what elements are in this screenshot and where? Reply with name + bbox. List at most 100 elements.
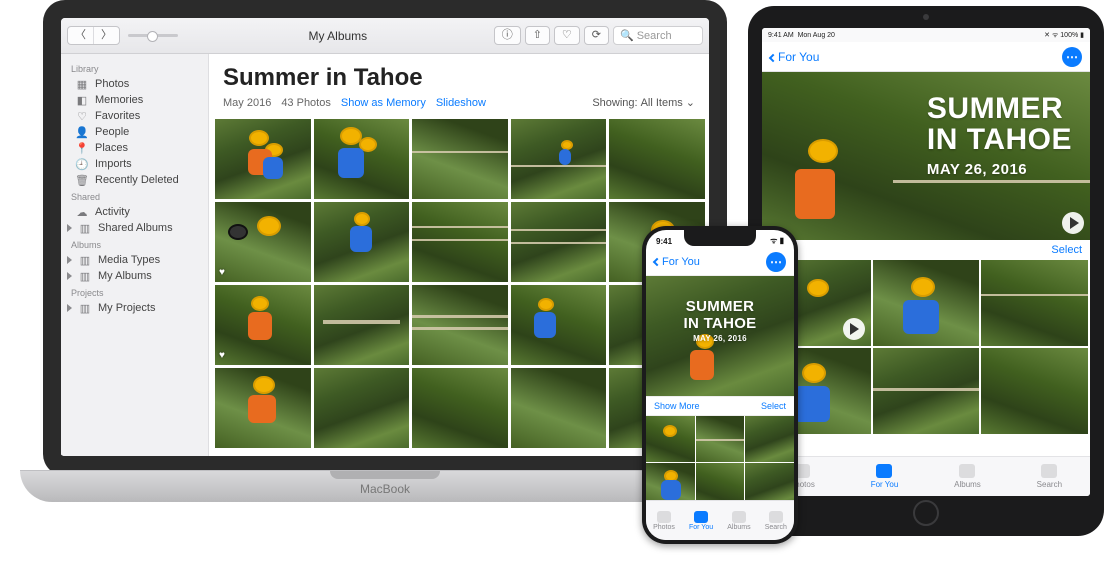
sidebar-item-activity[interactable]: ☁ Activity	[61, 204, 208, 220]
tab-albums[interactable]: Albums	[954, 464, 981, 489]
cloud-icon: ☁	[75, 206, 89, 218]
sidebar-header-library: Library	[61, 60, 208, 76]
photo-thumbnail[interactable]	[609, 119, 705, 199]
tab-for-you[interactable]: For You	[689, 511, 713, 531]
ipad-tabbar: Photos For You Albums Search	[762, 456, 1090, 496]
photo-thumbnail[interactable]	[511, 368, 607, 448]
folder-icon: ▥	[78, 270, 92, 282]
photo-thumbnail[interactable]	[314, 285, 410, 365]
play-button[interactable]	[843, 318, 865, 340]
back-button[interactable]: For You	[770, 50, 819, 64]
photo-thumbnail[interactable]	[646, 416, 695, 462]
pin-icon: 📍	[75, 142, 89, 154]
more-button[interactable]: ⋯	[1062, 47, 1082, 67]
iphone-device: 9:41 ᯤ ▮ For You ⋯ SUMMER IN TAHOE MAY 2…	[642, 226, 798, 544]
info-button[interactable]: ⓘ	[494, 26, 521, 45]
tab-label: For You	[871, 480, 899, 489]
back-label: For You	[662, 256, 700, 268]
photo-thumbnail[interactable]	[511, 285, 607, 365]
memory-hero[interactable]: SUMMER IN TAHOE MAY 26, 2016	[762, 72, 1090, 240]
sidebar-item-people[interactable]: 👤People	[61, 124, 208, 140]
photos-icon	[657, 511, 671, 523]
back-label: For You	[778, 50, 819, 64]
photo-thumbnail[interactable]	[981, 348, 1088, 434]
photo-thumbnail[interactable]	[314, 368, 410, 448]
ipad-home-button[interactable]	[913, 500, 939, 526]
showing-filter[interactable]: Showing: All Items ⌄	[592, 96, 695, 109]
sidebar-item-imports[interactable]: 🕘Imports	[61, 156, 208, 172]
photo-thumbnail[interactable]	[412, 368, 508, 448]
photo-thumbnail[interactable]	[314, 119, 410, 199]
photo-thumbnail[interactable]	[646, 463, 695, 500]
rotate-button[interactable]: ⟳	[584, 26, 609, 45]
sidebar-item-media-types[interactable]: ▥Media Types	[61, 252, 208, 268]
favorite-button[interactable]: ♡	[554, 26, 580, 45]
photo-thumbnail[interactable]	[412, 285, 508, 365]
sidebar-item-label: Activity	[95, 206, 130, 218]
showing-label: Showing:	[592, 97, 637, 109]
sidebar-item-label: Favorites	[95, 110, 140, 122]
chevron-down-icon: ⌄	[686, 96, 695, 109]
zoom-slider[interactable]	[128, 34, 178, 37]
sidebar-item-label: Recently Deleted	[95, 174, 179, 186]
photo-thumbnail[interactable]	[873, 260, 980, 346]
photo-thumbnail[interactable]	[314, 202, 410, 282]
photo-thumbnail[interactable]	[215, 368, 311, 448]
sidebar-item-photos[interactable]: ▦Photos	[61, 76, 208, 92]
favorite-badge-icon: ♥	[219, 350, 225, 361]
photo-thumbnail[interactable]	[215, 119, 311, 199]
tab-albums[interactable]: Albums	[727, 511, 750, 531]
show-as-memory-link[interactable]: Show as Memory	[341, 97, 426, 109]
sidebar-item-label: My Projects	[98, 302, 155, 314]
sidebar-item-memories[interactable]: ◧Memories	[61, 92, 208, 108]
person-icon: 👤	[75, 126, 89, 138]
more-button[interactable]: ⋯	[766, 252, 786, 272]
tab-search[interactable]: Search	[765, 511, 787, 531]
sidebar-item-shared-albums[interactable]: ▥Shared Albums	[61, 220, 208, 236]
albums-icon	[959, 464, 975, 478]
sidebar-item-recently-deleted[interactable]: 🗑Recently Deleted	[61, 172, 208, 188]
photo-thumbnail[interactable]: ♥	[215, 285, 311, 365]
search-input[interactable]: 🔍 Search	[613, 26, 703, 45]
memory-date: MAY 26, 2016	[927, 161, 1072, 178]
sidebar-item-places[interactable]: 📍Places	[61, 140, 208, 156]
ellipsis-icon: ⋯	[770, 256, 782, 268]
photo-thumbnail[interactable]	[511, 119, 607, 199]
photo-thumbnail[interactable]	[745, 416, 794, 462]
back-forward-seg[interactable]: 〈 〉	[67, 26, 120, 45]
photo-thumbnail[interactable]	[412, 202, 508, 282]
photo-thumbnail[interactable]	[981, 260, 1088, 346]
tab-search[interactable]: Search	[1037, 464, 1062, 489]
sidebar-item-label: Media Types	[98, 254, 160, 266]
photo-thumbnail[interactable]	[745, 463, 794, 500]
sidebar: Library ▦Photos ◧Memories ♡ Favorites 👤Pe…	[61, 54, 209, 456]
heart-icon: ♡	[75, 110, 89, 122]
show-more-button[interactable]: Show More	[654, 401, 700, 411]
back-button[interactable]: For You	[654, 256, 700, 268]
back-icon[interactable]: 〈	[68, 27, 94, 44]
memory-date: MAY 26, 2016	[684, 334, 757, 343]
photo-thumbnail[interactable]	[696, 416, 745, 462]
memory-hero[interactable]: SUMMER IN TAHOE MAY 26, 2016	[646, 276, 794, 396]
tab-photos[interactable]: Photos	[653, 511, 675, 531]
share-button[interactable]: ⇧	[525, 26, 550, 45]
sidebar-item-label: Memories	[95, 94, 143, 106]
photo-thumbnail[interactable]	[511, 202, 607, 282]
select-button[interactable]: Select	[761, 401, 786, 411]
play-button[interactable]	[1062, 212, 1084, 234]
ellipsis-icon: ⋯	[1066, 51, 1078, 63]
album-date: May 2016	[223, 97, 271, 109]
slideshow-link[interactable]: Slideshow	[436, 97, 486, 109]
photo-thumbnail[interactable]: ♥	[215, 202, 311, 282]
forward-icon[interactable]: 〉	[94, 27, 119, 44]
info-icon: ⓘ	[495, 27, 520, 44]
status-date: Mon Aug 20	[798, 32, 835, 39]
photo-thumbnail[interactable]	[873, 348, 980, 434]
select-button[interactable]: Select	[1051, 244, 1082, 256]
sidebar-item-my-albums[interactable]: ▥My Albums	[61, 268, 208, 284]
tab-for-you[interactable]: For You	[871, 464, 899, 489]
photo-thumbnail[interactable]	[696, 463, 745, 500]
sidebar-item-my-projects[interactable]: ▥My Projects	[61, 300, 208, 316]
photo-thumbnail[interactable]	[412, 119, 508, 199]
sidebar-item-favorites[interactable]: ♡ Favorites	[61, 108, 208, 124]
